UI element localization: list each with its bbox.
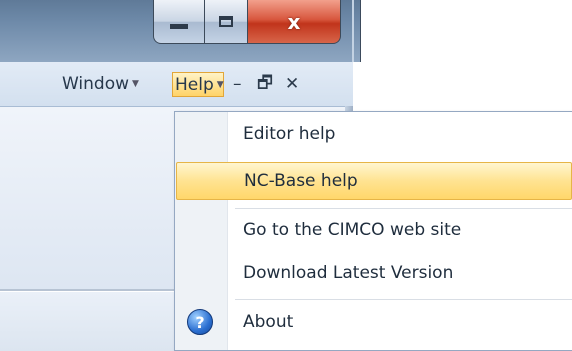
close-button[interactable]: x xyxy=(248,0,341,44)
mdi-restore-button[interactable]: 🗗 xyxy=(257,73,273,95)
menu-item-editor-help[interactable]: Editor help xyxy=(175,115,572,153)
menu-item-label: Download Latest Version xyxy=(243,263,454,283)
menu-item-cimco-website[interactable]: Go to the CIMCO web site xyxy=(175,211,572,249)
maximize-icon xyxy=(219,16,233,27)
menu-item-label: Go to the CIMCO web site xyxy=(243,220,462,240)
help-question-icon: ? xyxy=(187,309,213,335)
caption-buttons: x xyxy=(153,0,341,44)
close-icon: x xyxy=(287,9,301,34)
mdi-restore-icon: 🗗 xyxy=(257,72,273,93)
window-frame-edge xyxy=(352,0,354,62)
menu-separator xyxy=(235,208,572,209)
help-dropdown-menu: Editor help NC-Base help Go to the CIMCO… xyxy=(174,111,572,351)
mdi-minimize-icon: – xyxy=(233,74,242,94)
menu-bar: Window ▼ Help ▼ – 🗗 ✕ xyxy=(0,62,353,107)
menu-item-label: About xyxy=(243,312,294,332)
mdi-minimize-button[interactable]: – xyxy=(233,73,242,95)
menu-item-download-latest[interactable]: Download Latest Version xyxy=(175,254,572,292)
menu-separator xyxy=(235,299,572,300)
menu-item-nc-base-help[interactable]: NC-Base help xyxy=(176,162,572,200)
window-titlebar: x xyxy=(0,0,361,62)
menu-item-about[interactable]: ? About xyxy=(175,303,572,341)
chevron-down-icon: ▼ xyxy=(216,79,224,90)
mdi-close-icon: ✕ xyxy=(285,74,300,94)
minimize-icon xyxy=(170,24,188,29)
menu-help[interactable]: Help ▼ xyxy=(172,72,224,97)
chevron-down-icon: ▼ xyxy=(132,79,139,89)
menu-window-label: Window xyxy=(62,74,130,94)
maximize-button[interactable] xyxy=(205,0,248,44)
mdi-close-button[interactable]: ✕ xyxy=(285,73,299,95)
menu-help-label: Help xyxy=(175,74,214,95)
menu-item-label: NC-Base help xyxy=(244,171,358,191)
minimize-button[interactable] xyxy=(153,0,205,44)
menu-item-label: Editor help xyxy=(243,124,336,144)
menu-window[interactable]: Window ▼ xyxy=(62,73,139,95)
